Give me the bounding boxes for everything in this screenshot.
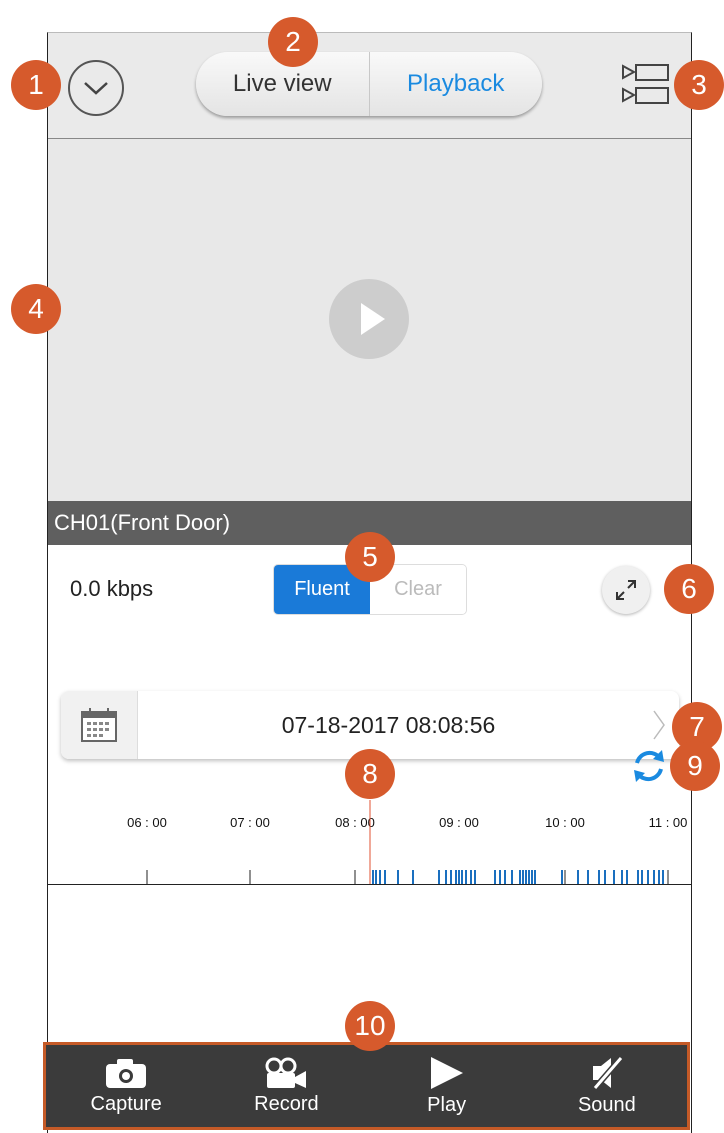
callout-badge: 2 bbox=[268, 17, 318, 67]
record-button[interactable]: Record bbox=[206, 1045, 366, 1127]
calendar-icon bbox=[81, 708, 117, 742]
playback-timeline[interactable]: 06 : 00 07 : 00 08 : 00 09 : 00 10 : 00 … bbox=[48, 800, 691, 900]
bottom-toolbar: Capture Record Play Sound bbox=[43, 1042, 690, 1130]
record-label: Record bbox=[254, 1092, 319, 1115]
capture-button[interactable]: Capture bbox=[46, 1045, 206, 1127]
playback-datetime: 07-18-2017 08:08:56 bbox=[281, 711, 496, 738]
timeline-tick-label: 11 : 00 bbox=[649, 815, 688, 830]
menu-toggle-button[interactable] bbox=[68, 60, 124, 116]
video-play-button[interactable] bbox=[329, 279, 409, 359]
expand-icon bbox=[616, 580, 636, 600]
play-icon bbox=[430, 1056, 463, 1089]
camera-icon bbox=[106, 1058, 147, 1088]
timeline-tick-label: 07 : 00 bbox=[230, 815, 270, 830]
callout-badge: 3 bbox=[674, 60, 724, 110]
play-icon bbox=[361, 303, 385, 335]
callout-badge: 4 bbox=[11, 284, 61, 334]
calendar-button[interactable] bbox=[61, 691, 138, 759]
tab-playback[interactable]: Playback bbox=[370, 52, 543, 116]
callout-badge: 10 bbox=[345, 1001, 395, 1051]
channel-list-icon[interactable] bbox=[620, 62, 672, 108]
sound-label: Sound bbox=[577, 1093, 636, 1116]
sound-muted-icon bbox=[592, 1055, 624, 1090]
timeline-tick-label: 08 : 00 bbox=[335, 815, 375, 830]
bitrate-readout: 0.0 kbps bbox=[70, 576, 154, 601]
view-mode-toggle: Live view Playback bbox=[196, 52, 542, 116]
callout-badge: 5 bbox=[345, 532, 395, 582]
sound-button[interactable]: Sound bbox=[527, 1045, 687, 1127]
callout-badge: 1 bbox=[11, 60, 61, 110]
timeline-tick-label: 09 : 00 bbox=[439, 815, 479, 830]
play-label: Play bbox=[427, 1093, 467, 1116]
fullscreen-button[interactable] bbox=[602, 566, 650, 614]
callout-badge: 8 bbox=[345, 749, 395, 799]
chevron-down-icon bbox=[84, 82, 108, 95]
timeline-tick-label: 10 : 00 bbox=[545, 815, 585, 830]
refresh-icon[interactable] bbox=[629, 746, 669, 786]
video-camera-icon bbox=[265, 1057, 307, 1088]
callout-badge: 6 bbox=[664, 564, 714, 614]
timeline-tick-label: 06 : 00 bbox=[127, 815, 167, 830]
chevron-right-icon bbox=[653, 710, 665, 740]
callout-badge: 9 bbox=[670, 741, 720, 791]
recording-segments bbox=[372, 870, 664, 884]
play-button[interactable]: Play bbox=[367, 1045, 527, 1127]
capture-label: Capture bbox=[90, 1092, 162, 1115]
